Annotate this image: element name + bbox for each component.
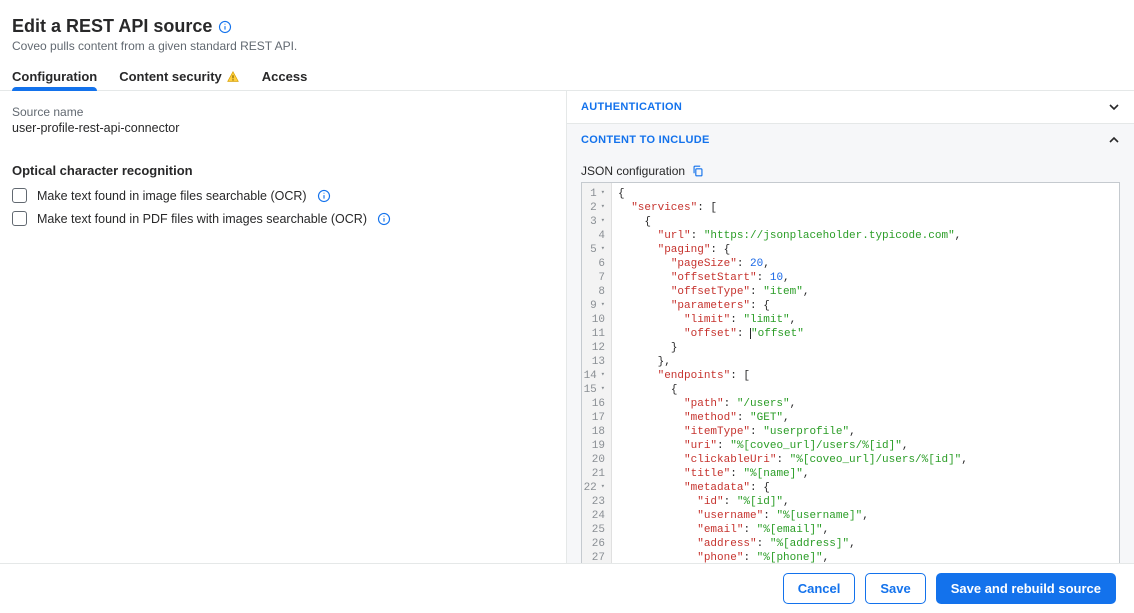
json-config-label: JSON configuration	[581, 164, 685, 178]
source-name-value: user-profile-rest-api-connector	[12, 121, 554, 135]
editor-section: JSON configuration 123456789101112131415…	[567, 156, 1134, 571]
info-icon[interactable]	[377, 212, 391, 226]
tab-access[interactable]: Access	[262, 69, 308, 90]
warning-icon	[226, 70, 240, 84]
info-icon[interactable]	[218, 20, 232, 34]
code-gutter: 1234567891011121314151617181920212223242…	[582, 183, 612, 570]
page-title: Edit a REST API source	[12, 16, 212, 37]
ocr-image-label: Make text found in image files searchabl…	[37, 189, 307, 203]
page-header: Edit a REST API source Coveo pulls conte…	[0, 0, 1134, 55]
right-panel: AUTHENTICATION CONTENT TO INCLUDE JSON c…	[567, 91, 1134, 572]
info-icon[interactable]	[317, 189, 331, 203]
left-panel: Source name user-profile-rest-api-connec…	[0, 91, 567, 572]
save-button[interactable]: Save	[865, 573, 925, 604]
content-header[interactable]: CONTENT TO INCLUDE	[567, 124, 1134, 156]
ocr-image-checkbox[interactable]	[12, 188, 27, 203]
chevron-down-icon	[1108, 101, 1120, 113]
tabs: Configuration Content security Access	[0, 55, 1134, 91]
json-code-editor[interactable]: 1234567891011121314151617181920212223242…	[581, 182, 1120, 571]
copy-icon[interactable]	[691, 164, 705, 178]
content-accordion: CONTENT TO INCLUDE JSON configuration 12…	[567, 124, 1134, 572]
page-subtitle: Coveo pulls content from a given standar…	[12, 39, 1122, 53]
ocr-pdf-checkbox[interactable]	[12, 211, 27, 226]
code-content[interactable]: { "services": [ { "url": "https://jsonpl…	[612, 183, 1119, 570]
authentication-header[interactable]: AUTHENTICATION	[567, 91, 1134, 123]
cancel-button[interactable]: Cancel	[783, 573, 856, 604]
save-rebuild-button[interactable]: Save and rebuild source	[936, 573, 1116, 604]
footer: Cancel Save Save and rebuild source	[0, 563, 1134, 613]
chevron-up-icon	[1108, 134, 1120, 146]
tab-configuration[interactable]: Configuration	[12, 69, 97, 90]
source-name-label: Source name	[12, 105, 554, 119]
authentication-accordion: AUTHENTICATION	[567, 91, 1134, 124]
ocr-heading: Optical character recognition	[12, 163, 554, 178]
tab-content-security[interactable]: Content security	[119, 69, 240, 90]
ocr-image-row: Make text found in image files searchabl…	[12, 188, 554, 203]
ocr-pdf-label: Make text found in PDF files with images…	[37, 212, 367, 226]
ocr-pdf-row: Make text found in PDF files with images…	[12, 211, 554, 226]
